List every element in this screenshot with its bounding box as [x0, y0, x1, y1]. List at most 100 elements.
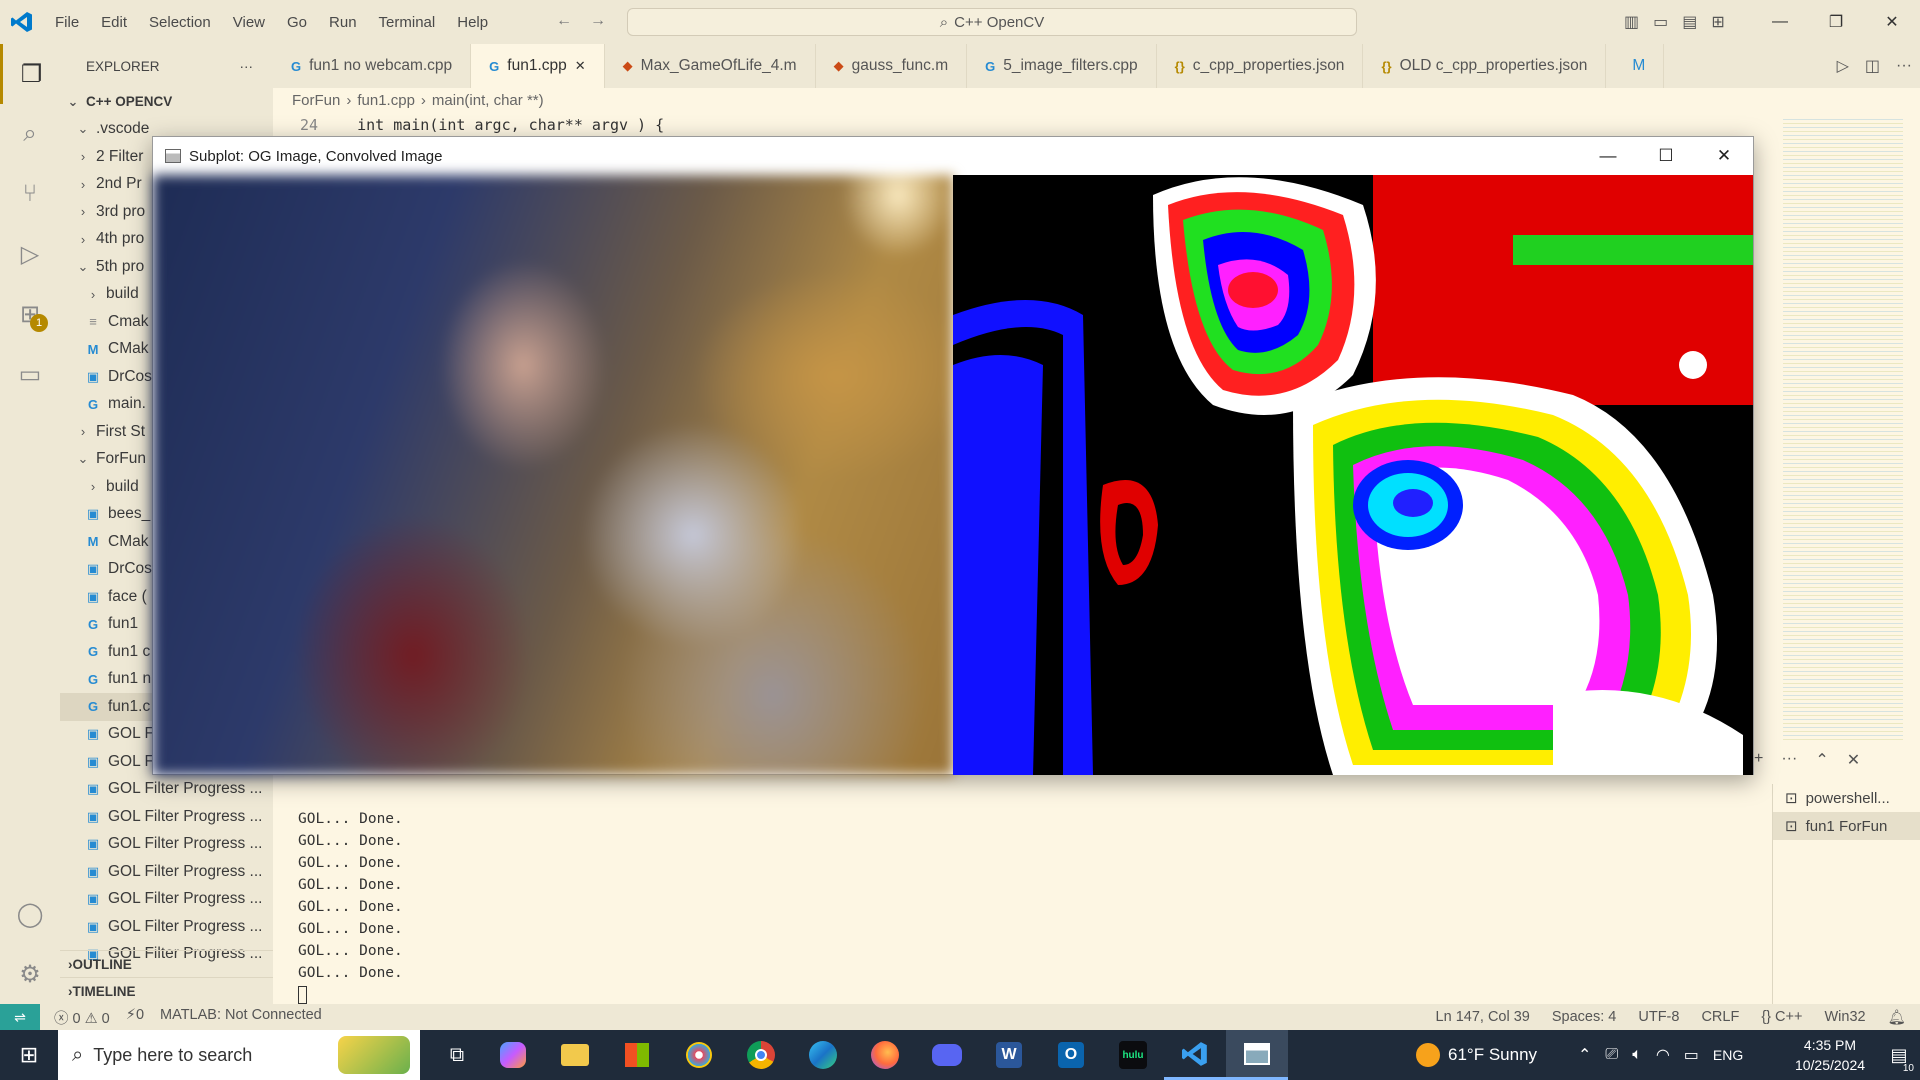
more-actions-icon[interactable]: ··· — [240, 59, 254, 74]
breadcrumb-symbol[interactable]: main(int, char **) — [432, 92, 544, 109]
menu-view[interactable]: View — [222, 14, 276, 31]
hulu-icon[interactable]: hulu — [1102, 1030, 1164, 1080]
battery-icon[interactable]: ▭ — [1684, 1045, 1699, 1065]
taskbar-search-box[interactable]: ⌕ Type here to search — [58, 1030, 420, 1080]
breadcrumb-folder[interactable]: ForFun — [292, 92, 340, 109]
editor-tab[interactable]: Gfun1.cpp ✕ — [471, 44, 605, 88]
more-actions-icon[interactable]: ··· — [1896, 57, 1912, 75]
outline-section[interactable]: › OUTLINE — [60, 950, 273, 977]
minimap[interactable] — [1783, 116, 1903, 741]
editor-tab[interactable]: {} c_cpp_properties.json — [1157, 44, 1364, 88]
matlab-status[interactable]: MATLAB: Not Connected — [160, 1007, 322, 1028]
menu-edit[interactable]: Edit — [90, 14, 138, 31]
editor-tab[interactable]: Gfun1 no webcam.cpp — [273, 44, 472, 88]
edge-icon[interactable] — [792, 1030, 854, 1080]
bell-icon[interactable]: 🔔︎ — [1888, 1009, 1906, 1026]
code-line[interactable]: 24 int main(int argc, char** argv ) { — [300, 116, 664, 134]
menu-go[interactable]: Go — [276, 14, 318, 31]
close-icon[interactable]: ✕ — [1695, 137, 1753, 175]
terminal-session-powershell[interactable]: ⊡ powershell... — [1773, 784, 1920, 812]
task-view-icon[interactable]: ⧉ — [432, 1030, 482, 1080]
menu-run[interactable]: Run — [318, 14, 368, 31]
copilot-icon[interactable] — [482, 1030, 544, 1080]
volume-icon[interactable]: 🔈︎ — [1632, 1046, 1642, 1064]
terminal-session-fun1[interactable]: ⊡ fun1 ForFun — [1773, 812, 1920, 840]
chevron-up-icon[interactable]: ⌃ — [1578, 1045, 1591, 1065]
restore-icon[interactable]: ❐ — [1808, 0, 1864, 44]
remote-explorer-icon[interactable]: ▭ — [0, 344, 60, 404]
tree-file[interactable]: ▣ GOL Filter Progress ... — [60, 803, 273, 831]
close-panel-icon[interactable]: ✕ — [1847, 750, 1860, 770]
language-indicator[interactable]: ENG — [1713, 1047, 1743, 1063]
timeline-section[interactable]: › TIMELINE — [60, 977, 273, 1004]
editor-tab[interactable]: M — [1606, 44, 1665, 88]
line-ending[interactable]: CRLF — [1701, 1009, 1739, 1026]
maximize-icon[interactable]: ☐ — [1637, 137, 1695, 175]
search-icon[interactable]: ⌕ — [0, 104, 60, 164]
paint-icon[interactable] — [668, 1030, 730, 1080]
word-icon[interactable]: W — [978, 1030, 1040, 1080]
language-mode[interactable]: {} C++ — [1761, 1009, 1802, 1026]
notifications-icon[interactable]: ▤ 10 — [1878, 1030, 1920, 1080]
menu-terminal[interactable]: Terminal — [368, 14, 447, 31]
toggle-sidebar-icon[interactable]: ▥ — [1624, 12, 1639, 32]
problems-indicator[interactable]: ⓧ 0 ⚠ 0 — [54, 1007, 110, 1028]
opencv-window-taskbar-icon[interactable] — [1226, 1030, 1288, 1080]
source-control-icon[interactable]: ⑂ — [0, 164, 60, 224]
run-icon[interactable]: ▷ — [1837, 56, 1849, 76]
opencv-title-bar[interactable]: Subplot: OG Image, Convolved Image — [153, 137, 1753, 175]
more-actions-icon[interactable]: ··· — [1781, 750, 1797, 770]
menu-file[interactable]: File — [44, 14, 90, 31]
close-tab-icon[interactable]: ✕ — [575, 58, 586, 74]
breadcrumb-file[interactable]: fun1.cpp — [357, 92, 415, 109]
account-icon[interactable]: ◯ — [0, 884, 60, 944]
forward-arrow-icon[interactable]: → — [590, 12, 606, 30]
toggle-secondary-sidebar-icon[interactable]: ▤ — [1682, 12, 1697, 32]
explorer-icon[interactable]: ❐ — [0, 44, 60, 104]
gear-icon[interactable]: ⚙ — [0, 944, 60, 1004]
close-icon[interactable]: ✕ — [1864, 0, 1920, 44]
extensions-icon[interactable]: ⊞ 1 — [0, 284, 60, 344]
terminal-output[interactable]: GOL... Done. GOL... Done. GOL... Done. GOL.… — [298, 808, 403, 1004]
back-arrow-icon[interactable]: ← — [556, 12, 572, 30]
weather-widget[interactable]: 61°F Sunny — [1416, 1030, 1537, 1080]
toggle-panel-icon[interactable]: ▭ — [1653, 12, 1668, 32]
tree-file[interactable]: ▣ GOL Filter Progress ... — [60, 913, 273, 941]
vscode-taskbar-icon[interactable] — [1164, 1030, 1226, 1080]
maximize-panel-icon[interactable]: ⌃ — [1815, 750, 1828, 770]
command-center-search[interactable]: ⌕ C++ OpenCV — [627, 8, 1357, 36]
store-icon[interactable] — [606, 1030, 668, 1080]
tree-file[interactable]: ▣ GOL Filter Progress ... — [60, 831, 273, 859]
menu-selection[interactable]: Selection — [138, 14, 222, 31]
encoding[interactable]: UTF-8 — [1638, 1009, 1679, 1026]
minimize-icon[interactable]: — — [1579, 137, 1637, 175]
windows-start-icon[interactable]: ⊞ — [0, 1030, 58, 1080]
menu-help[interactable]: Help — [446, 14, 499, 31]
editor-tab[interactable]: ◆ Max_GameOfLife_4.m — [605, 44, 816, 88]
ports-indicator[interactable]: ⚡0 — [126, 1007, 144, 1028]
tree-file[interactable]: ▣ GOL Filter Progress ... — [60, 776, 273, 804]
file-explorer-icon[interactable] — [544, 1030, 606, 1080]
customize-layout-icon[interactable]: ⊞ — [1711, 12, 1724, 32]
cursor-position[interactable]: Ln 147, Col 39 — [1436, 1009, 1530, 1026]
wifi-icon[interactable]: ◠ — [1656, 1045, 1670, 1065]
discord-icon[interactable] — [916, 1030, 978, 1080]
remote-indicator-icon[interactable]: ⇌ — [0, 1004, 40, 1030]
clock[interactable]: 4:35 PM 10/25/2024 — [1786, 1035, 1874, 1075]
platform[interactable]: Win32 — [1824, 1009, 1865, 1026]
editor-tab[interactable]: {} OLD c_cpp_properties.json — [1363, 44, 1607, 88]
editor-tab[interactable]: G 5_image_filters.cpp — [967, 44, 1157, 88]
workspace-root[interactable]: ⌄ C++ OPENCV — [60, 88, 273, 116]
editor-tab[interactable]: ◆ gauss_func.m — [816, 44, 968, 88]
chrome-icon[interactable] — [730, 1030, 792, 1080]
indentation[interactable]: Spaces: 4 — [1552, 1009, 1617, 1026]
tree-file[interactable]: ▣ GOL Filter Progress ... — [60, 858, 273, 886]
outlook-icon[interactable]: O — [1040, 1030, 1102, 1080]
run-debug-icon[interactable]: ▷ — [0, 224, 60, 284]
new-terminal-icon[interactable]: + — [1754, 750, 1763, 770]
split-editor-icon[interactable]: ◫ — [1865, 56, 1880, 76]
firefox-icon[interactable] — [854, 1030, 916, 1080]
meet-now-icon[interactable]: ⎚ — [1605, 1046, 1618, 1064]
minimize-icon[interactable]: — — [1752, 0, 1808, 44]
tree-file[interactable]: ▣ GOL Filter Progress ... — [60, 886, 273, 914]
